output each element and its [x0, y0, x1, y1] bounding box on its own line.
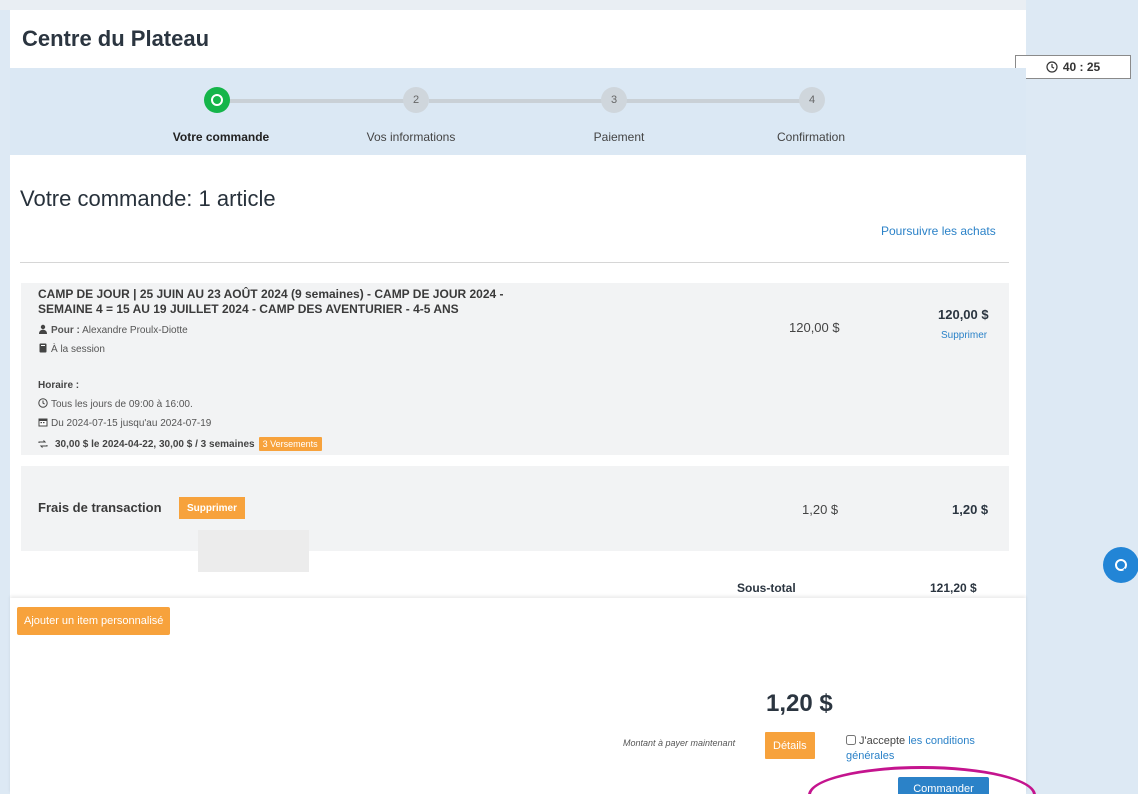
session-timer: 40 : 25 [1015, 55, 1131, 79]
order-button[interactable]: Commander [898, 777, 989, 794]
repeat-icon [38, 440, 48, 448]
step-3-label: Paiement [593, 130, 645, 144]
step-2-label: Vos informations [366, 130, 456, 144]
subtotal-label: Sous-total [737, 581, 796, 595]
timer-value: 40 : 25 [1062, 60, 1101, 74]
user-icon [39, 324, 47, 334]
item-for-value: Alexandre Proulx-Diotte [82, 325, 188, 336]
details-button[interactable]: Détails [765, 732, 815, 759]
terms-checkbox[interactable] [846, 735, 856, 745]
installments-badge: 3 Versements [258, 437, 322, 451]
site-header: Centre du Plateau [10, 10, 1026, 68]
transaction-fee-row [21, 466, 1009, 551]
step-connector [229, 99, 409, 103]
continue-shopping-link[interactable]: Poursuivre les achats [881, 224, 996, 238]
remove-fee-button[interactable]: Supprimer [179, 497, 246, 519]
fee-total-price: 1,20 $ [952, 502, 989, 517]
fee-unit-price: 1,20 $ [802, 502, 839, 517]
step-connector [626, 99, 809, 103]
right-side-panel [1026, 0, 1138, 794]
payment-plan: 30,00 $ le 2024-04-22, 30,00 $ / 3 semai… [38, 437, 322, 451]
terms-prefix: J'accepte [859, 735, 906, 747]
clock-icon [1046, 61, 1058, 73]
schedule-dates: Du 2024-07-15 jusqu'au 2024-07-19 [38, 417, 211, 429]
schedule-dates-text: Du 2024-07-15 jusqu'au 2024-07-19 [51, 418, 212, 429]
schedule-time-text: Tous les jours de 09:00 à 16:00. [51, 399, 193, 410]
step-4-indicator: 4 [799, 87, 825, 113]
amount-due: 1,20 $ [766, 690, 833, 717]
item-unit-price: 120,00 $ [789, 320, 840, 335]
fee-label: Frais de transaction [38, 500, 162, 515]
item-total-price: 120,00 $ [938, 307, 989, 322]
chat-icon [1115, 559, 1127, 572]
remove-item-link[interactable]: Supprimer [941, 330, 987, 341]
book-icon [39, 343, 47, 353]
page-top-band [0, 0, 1138, 10]
calendar-icon [38, 418, 48, 427]
item-session: À la session [38, 343, 105, 355]
step-connector [429, 99, 606, 103]
page-title: Votre commande: 1 article [20, 186, 276, 211]
step-3-indicator: 3 [601, 87, 627, 113]
site-title: Centre du Plateau [22, 26, 210, 51]
placeholder-block [198, 530, 309, 572]
payment-plan-text: 30,00 $ le 2024-04-22, 30,00 $ / 3 semai… [55, 438, 255, 450]
step-4-label: Confirmation [776, 130, 846, 144]
terms-consent: J'accepte les conditions générales [846, 734, 996, 764]
item-for-label: Pour : [51, 325, 80, 336]
divider [20, 262, 1009, 263]
schedule-label: Horaire : [38, 380, 80, 391]
step-1-indicator [204, 87, 230, 113]
step-1-label: Votre commande [172, 130, 270, 144]
add-custom-item-button[interactable]: Ajouter un item personnalisé [17, 607, 171, 635]
step-2-indicator: 2 [403, 87, 429, 113]
schedule-time: Tous les jours de 09:00 à 16:00. [38, 398, 193, 410]
item-title: CAMP DE JOUR | 25 JUIN AU 23 AOÛT 2024 (… [38, 287, 504, 316]
subtotal-value: 121,20 $ [930, 581, 977, 595]
item-for: Pour : Alexandre Proulx-Diotte [38, 324, 188, 336]
chat-widget-button[interactable] [1103, 547, 1138, 583]
item-session-text: À la session [51, 344, 105, 355]
clock-icon [38, 398, 48, 408]
amount-due-note: Montant à payer maintenant [623, 738, 736, 748]
